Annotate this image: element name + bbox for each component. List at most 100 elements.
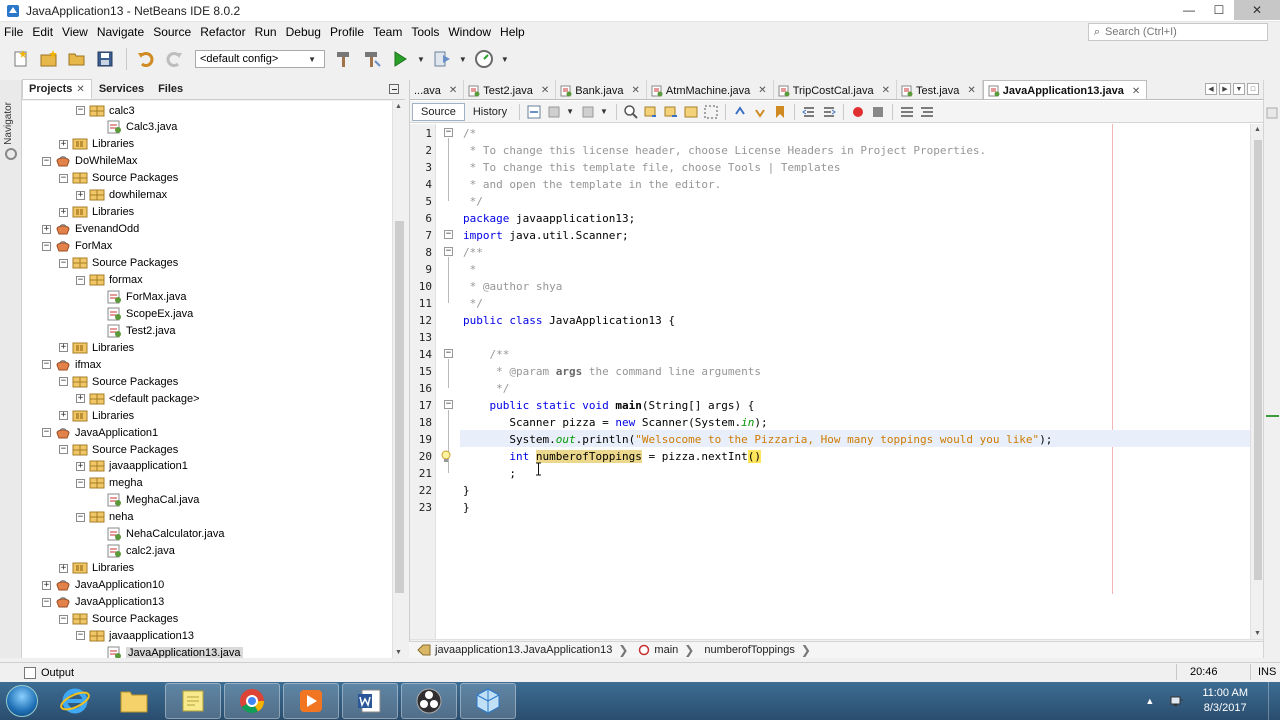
previous-bookmark-button[interactable]: [730, 103, 750, 121]
tree-node[interactable]: − JavaApplication1: [42, 424, 158, 441]
tab-services[interactable]: Services: [92, 79, 151, 99]
taskbar-obs[interactable]: [401, 683, 457, 719]
uncomment-button[interactable]: [917, 103, 937, 121]
taskbar-sticky-notes[interactable]: [165, 683, 221, 719]
tree-node[interactable]: calc2.java: [93, 543, 175, 560]
editor-tab[interactable]: ...ava ✕: [410, 80, 465, 99]
breadcrumb-field[interactable]: numberofToppings: [704, 644, 795, 656]
tree-node[interactable]: NehaCalculator.java: [93, 526, 224, 543]
menu-tools[interactable]: Tools: [407, 25, 444, 39]
editor-tab[interactable]: TripCostCal.java ✕: [774, 80, 897, 99]
tree-node[interactable]: Test2.java: [93, 322, 176, 339]
scroll-up-icon[interactable]: ▲: [395, 103, 402, 110]
menu-run[interactable]: Run: [251, 25, 282, 39]
tree-node[interactable]: + Libraries: [59, 136, 134, 153]
maximize-editor-icon[interactable]: □: [1247, 83, 1259, 95]
taskbar-netbeans[interactable]: [460, 683, 516, 719]
collapse-icon[interactable]: −: [76, 106, 85, 115]
tree-node[interactable]: + Libraries: [59, 407, 134, 424]
maximize-button[interactable]: ☐: [1204, 0, 1234, 20]
line-number-gutter[interactable]: 1 2 3 4 5 6 7 8 9 10 11 12 13 14 15 16 17 18 19 20 21 22 23: [410, 124, 436, 639]
scroll-down-icon[interactable]: ▼: [1254, 630, 1261, 637]
editor-tab[interactable]: Test2.java ✕: [464, 80, 557, 99]
tree-node[interactable]: + Libraries: [59, 560, 134, 577]
collapse-icon[interactable]: −: [59, 377, 68, 387]
tree-node[interactable]: MeghaCal.java: [93, 492, 199, 509]
close-tab-icon[interactable]: ✕: [758, 85, 766, 96]
undo-button[interactable]: [133, 47, 159, 71]
history-view-button[interactable]: History: [465, 103, 515, 121]
menu-file[interactable]: File: [0, 25, 28, 39]
output-label[interactable]: Output: [41, 667, 74, 679]
tree-node[interactable]: + javaapplication1: [76, 458, 188, 475]
run-dropdown-icon[interactable]: ▼: [417, 55, 425, 64]
tab-scroll-right-icon[interactable]: ▶: [1219, 83, 1231, 95]
tab-projects[interactable]: Projects ✕: [22, 79, 92, 99]
taskbar-internet-explorer[interactable]: [47, 683, 103, 719]
collapse-icon[interactable]: −: [42, 360, 51, 370]
config-dropdown[interactable]: <default config> ▼: [195, 50, 325, 68]
collapse-icon[interactable]: −: [76, 631, 85, 641]
error-stripe-mark[interactable]: [1266, 415, 1279, 417]
expand-icon[interactable]: +: [59, 411, 68, 421]
show-hidden-icons-icon[interactable]: ▲: [1145, 696, 1154, 706]
close-tab-icon[interactable]: ✕: [632, 85, 640, 96]
expand-icon[interactable]: +: [59, 563, 68, 573]
new-project-button[interactable]: [36, 47, 62, 71]
expand-icon[interactable]: +: [59, 207, 68, 217]
tree-node[interactable]: + JavaApplication10: [42, 577, 164, 594]
collapse-icon[interactable]: −: [444, 247, 453, 256]
forward-button[interactable]: [578, 103, 598, 121]
collapse-icon[interactable]: −: [444, 349, 453, 358]
collapse-icon[interactable]: −: [59, 258, 68, 268]
expand-icon[interactable]: +: [76, 190, 85, 200]
tree-node[interactable]: − megha: [76, 475, 143, 492]
navigator-icon[interactable]: [5, 148, 17, 160]
tree-node[interactable]: − calc3: [76, 102, 135, 119]
menu-edit[interactable]: Edit: [28, 25, 58, 39]
collapse-icon[interactable]: −: [59, 173, 68, 183]
profile-dropdown-icon[interactable]: ▼: [501, 55, 509, 64]
close-tab-icon[interactable]: ✕: [541, 85, 549, 96]
debug-project-button[interactable]: [429, 47, 455, 71]
toggle-rect-selection-button[interactable]: [701, 103, 721, 121]
clock[interactable]: 11:00 AM 8/3/2017: [1202, 686, 1248, 716]
scrollbar-thumb[interactable]: [395, 221, 404, 593]
close-tab-icon[interactable]: ✕: [967, 85, 975, 96]
stop-macro-button[interactable]: [868, 103, 888, 121]
expand-icon[interactable]: +: [76, 394, 85, 404]
toggle-highlight-button[interactable]: [681, 103, 701, 121]
find-button[interactable]: [621, 103, 641, 121]
menu-window[interactable]: Window: [444, 25, 496, 39]
shift-right-button[interactable]: [819, 103, 839, 121]
tab-files[interactable]: Files: [151, 79, 190, 99]
find-next-button[interactable]: [661, 103, 681, 121]
taskbar-media-player[interactable]: [283, 683, 339, 719]
collapse-icon[interactable]: −: [76, 275, 85, 285]
profile-project-button[interactable]: [471, 47, 497, 71]
new-file-button[interactable]: [8, 47, 34, 71]
collapse-icon[interactable]: −: [59, 445, 68, 454]
debug-dropdown-icon[interactable]: ▼: [459, 55, 467, 64]
collapse-icon[interactable]: −: [76, 512, 85, 522]
tree-node[interactable]: − Source Packages: [59, 170, 178, 187]
lightbulb-hint-icon[interactable]: [439, 449, 453, 463]
menu-help[interactable]: Help: [496, 25, 530, 39]
minimize-button[interactable]: —: [1174, 0, 1204, 20]
navigator-label[interactable]: Navigator: [3, 102, 14, 145]
last-edit-button[interactable]: [524, 103, 544, 121]
tree-node[interactable]: − Source Packages: [59, 255, 178, 272]
close-tab-icon[interactable]: ✕: [1132, 86, 1140, 97]
shift-left-button[interactable]: [799, 103, 819, 121]
tree-node[interactable]: + Libraries: [59, 339, 134, 356]
project-tree-scrollbar[interactable]: ▲ ▼: [392, 101, 405, 658]
tree-node[interactable]: − javaapplication13: [76, 627, 194, 644]
tree-node[interactable]: − JavaApplication13: [42, 594, 164, 611]
save-all-button[interactable]: [92, 47, 118, 71]
tree-node[interactable]: − ForMax: [42, 238, 112, 255]
collapse-icon[interactable]: −: [444, 128, 453, 137]
minimize-panel-icon[interactable]: [389, 84, 399, 94]
collapse-icon[interactable]: −: [444, 400, 453, 409]
editor-tab[interactable]: JavaApplication13.java ✕: [982, 80, 1148, 99]
menu-debug[interactable]: Debug: [282, 25, 326, 39]
